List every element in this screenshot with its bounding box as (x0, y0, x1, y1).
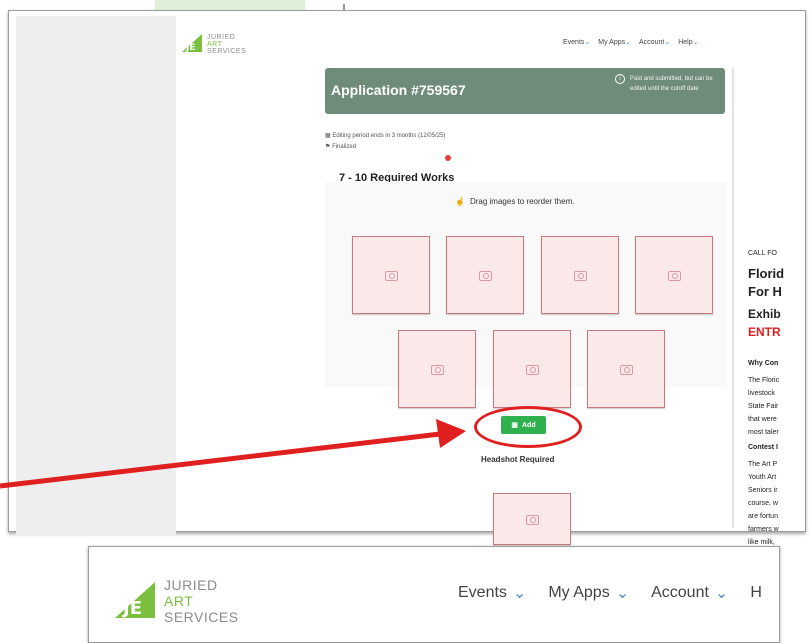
chevron-down-icon: ⌄ (512, 585, 527, 602)
logo-mark-icon: JE (110, 574, 160, 627)
logo-line-services: SERVICES (164, 608, 239, 625)
nav-my-apps[interactable]: My Apps ⌄ (548, 583, 629, 603)
logo-line-juried: JURIED (164, 576, 218, 593)
bottom-nav: Events ⌄ My Apps ⌄ Account ⌄ H (458, 583, 762, 603)
site-logo-large[interactable]: JE JURIED ART SERVICES (110, 574, 239, 627)
nav-account-label: Account (651, 584, 709, 601)
nav-account[interactable]: Account ⌄ (651, 583, 728, 603)
annotation-arrow (0, 419, 466, 489)
nav-help-label: H (750, 584, 762, 601)
svg-text:JE: JE (121, 598, 142, 619)
nav-events-label: Events (458, 584, 507, 601)
chevron-down-icon: ⌄ (615, 585, 630, 602)
nav-my-apps-label: My Apps (548, 584, 610, 601)
chevron-down-icon: ⌄ (714, 585, 729, 602)
nav-events[interactable]: Events ⌄ (458, 583, 526, 603)
logo-text: JURIED ART SERVICES (164, 577, 239, 625)
nav-help[interactable]: H (750, 584, 762, 602)
logo-line-art: ART (164, 592, 194, 609)
